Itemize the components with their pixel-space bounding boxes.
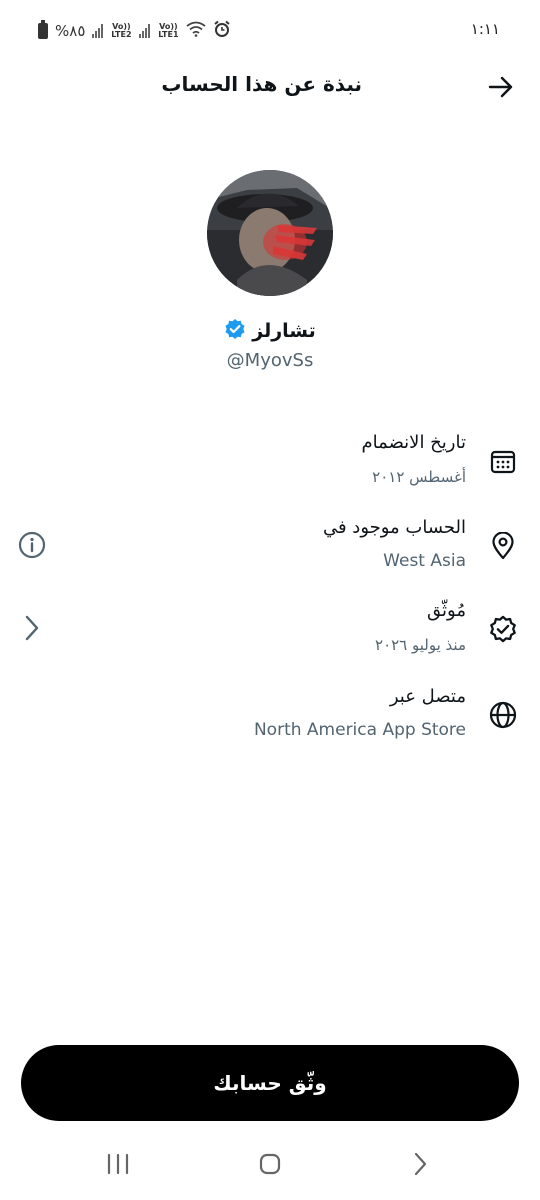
- handle: @MyovSs: [226, 350, 314, 371]
- status-icons: %٨٥ Vo)) LTE2 Vo)) LTE1: [38, 20, 231, 42]
- page-title: نبذة عن هذا الحساب: [161, 72, 362, 96]
- wifi-icon: [186, 21, 206, 41]
- system-nav-bar: [0, 1132, 540, 1200]
- signal-icon: [139, 24, 151, 38]
- location-pin-icon: [488, 531, 518, 561]
- calendar-icon: [488, 446, 518, 476]
- info-icon[interactable]: [16, 529, 48, 561]
- globe-icon: [488, 700, 518, 730]
- sim-label: Vo)) LTE2: [111, 22, 132, 39]
- verify-account-button[interactable]: وثّق حسابك: [21, 1045, 519, 1121]
- sim-label: Vo)) LTE1: [158, 22, 179, 39]
- location-value: West Asia: [383, 551, 466, 571]
- info-row-location: الحساب موجود في West Asia: [0, 515, 540, 585]
- back-icon[interactable]: [400, 1144, 440, 1184]
- header: نبذة عن هذا الحساب: [0, 62, 540, 110]
- location-title: الحساب موجود في: [322, 517, 466, 538]
- back-button[interactable]: [484, 70, 518, 104]
- recents-icon[interactable]: [98, 1144, 138, 1184]
- info-row-verified[interactable]: مُوثّق منذ يوليو ٢٠٢٦: [0, 598, 540, 668]
- joined-value: أغسطس ٢٠١٢: [372, 468, 466, 486]
- info-row-joined: تاريخ الانضمام أغسطس ٢٠١٢: [0, 430, 540, 500]
- verified-badge-icon: [224, 318, 246, 344]
- status-time: ١:١١: [470, 20, 500, 38]
- connected-value: North America App Store: [253, 720, 466, 740]
- display-name: تشارلز: [252, 320, 316, 342]
- arrow-right-icon: [488, 76, 513, 98]
- status-bar: %٨٥ Vo)) LTE2 Vo)) LTE1 ١:١١: [0, 0, 540, 58]
- info-row-connected: متصل عبر North America App Store: [0, 684, 540, 754]
- name-row: تشارلز: [0, 318, 540, 344]
- connected-title: متصل عبر: [389, 686, 466, 707]
- signal-icon: [92, 24, 104, 38]
- battery-icon: [38, 20, 48, 39]
- verified-value: منذ يوليو ٢٠٢٦: [375, 636, 466, 654]
- joined-title: تاريخ الانضمام: [361, 432, 466, 453]
- battery-text: %٨٥: [55, 22, 86, 40]
- chevron-left-icon[interactable]: [16, 612, 48, 644]
- verified-title: مُوثّق: [427, 600, 466, 621]
- verified-outline-icon: [488, 614, 518, 644]
- home-icon[interactable]: [250, 1144, 290, 1184]
- avatar[interactable]: [207, 170, 333, 296]
- alarm-icon: [213, 20, 231, 42]
